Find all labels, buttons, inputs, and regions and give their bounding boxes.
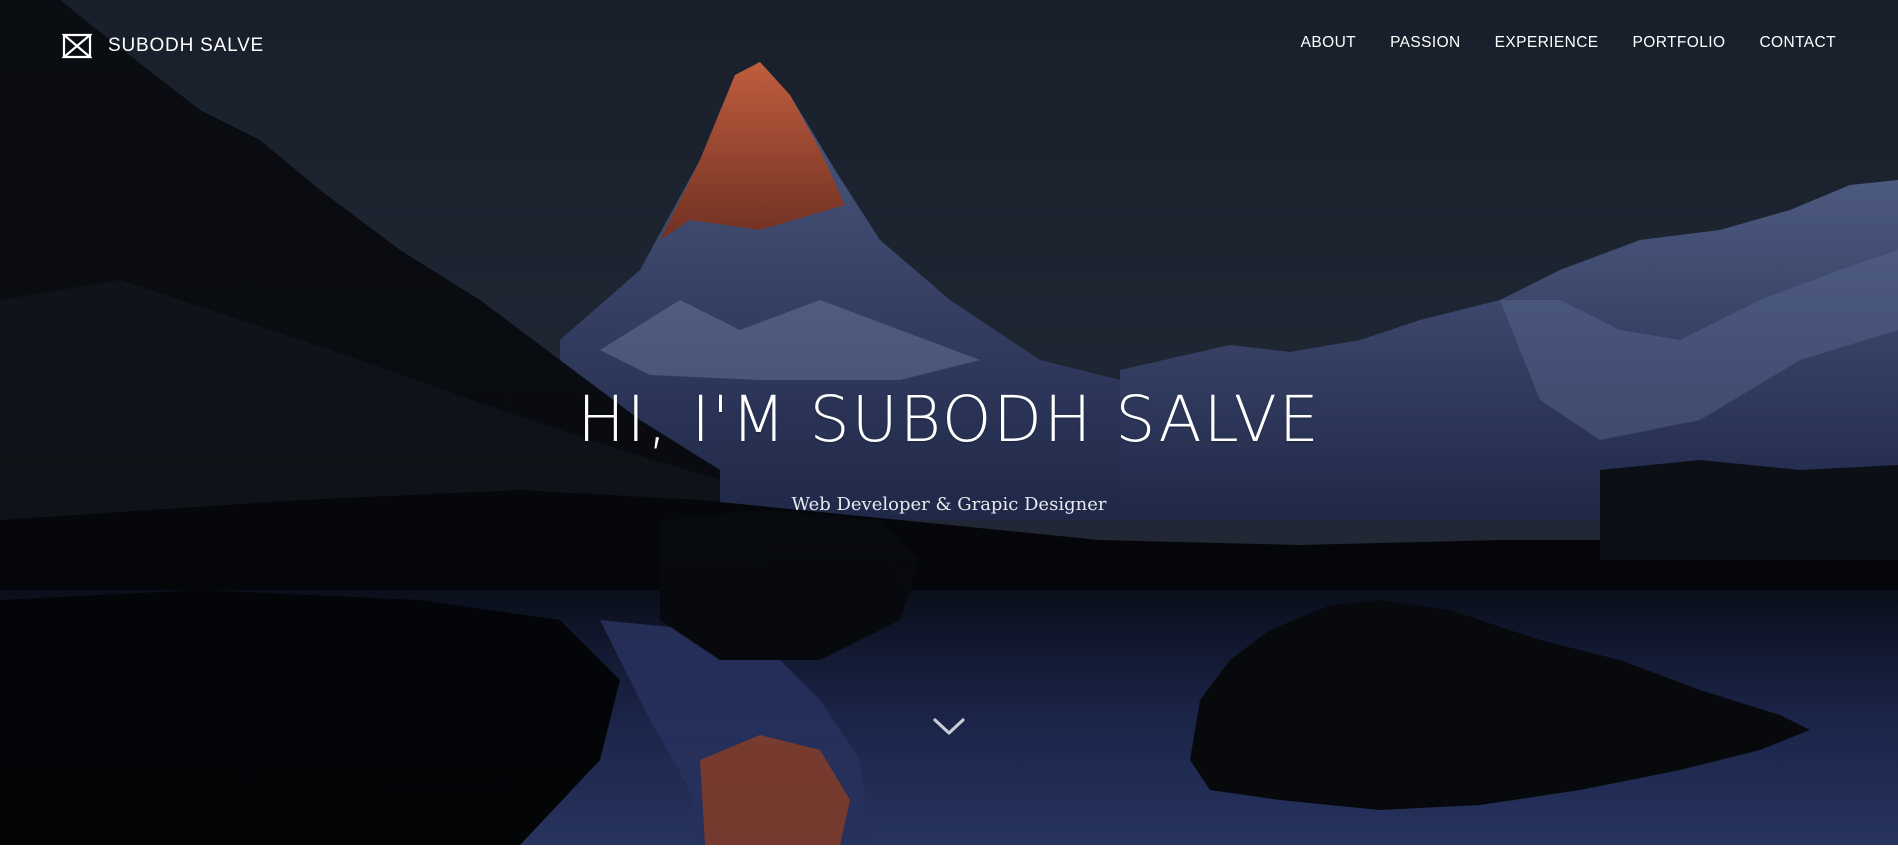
- scroll-down-button[interactable]: [931, 716, 967, 738]
- hero-subtitle: Web Developer & Grapic Designer: [791, 494, 1107, 515]
- nav-item-contact[interactable]: CONTACT: [1759, 34, 1836, 52]
- hero-title: HI, I'M SUBODH SALVE: [577, 383, 1321, 456]
- nav-item-passion[interactable]: PASSION: [1390, 34, 1461, 52]
- main-nav: ABOUT PASSION EXPERIENCE PORTFOLIO CONTA…: [1267, 34, 1836, 52]
- nav-item-portfolio[interactable]: PORTFOLIO: [1633, 34, 1726, 52]
- nav-item-about[interactable]: ABOUT: [1301, 34, 1356, 52]
- brand-home-link[interactable]: SUBODH SALVE: [62, 31, 264, 61]
- brand-name: SUBODH SALVE: [108, 35, 265, 56]
- nav-item-experience[interactable]: EXPERIENCE: [1495, 34, 1599, 52]
- chevron-down-icon: [933, 718, 965, 735]
- bowtie-logo-icon: [62, 33, 92, 59]
- top-navigation-bar: SUBODH SALVE ABOUT PASSION EXPERIENCE PO…: [0, 0, 1898, 90]
- hero-section: SUBODH SALVE ABOUT PASSION EXPERIENCE PO…: [0, 0, 1898, 845]
